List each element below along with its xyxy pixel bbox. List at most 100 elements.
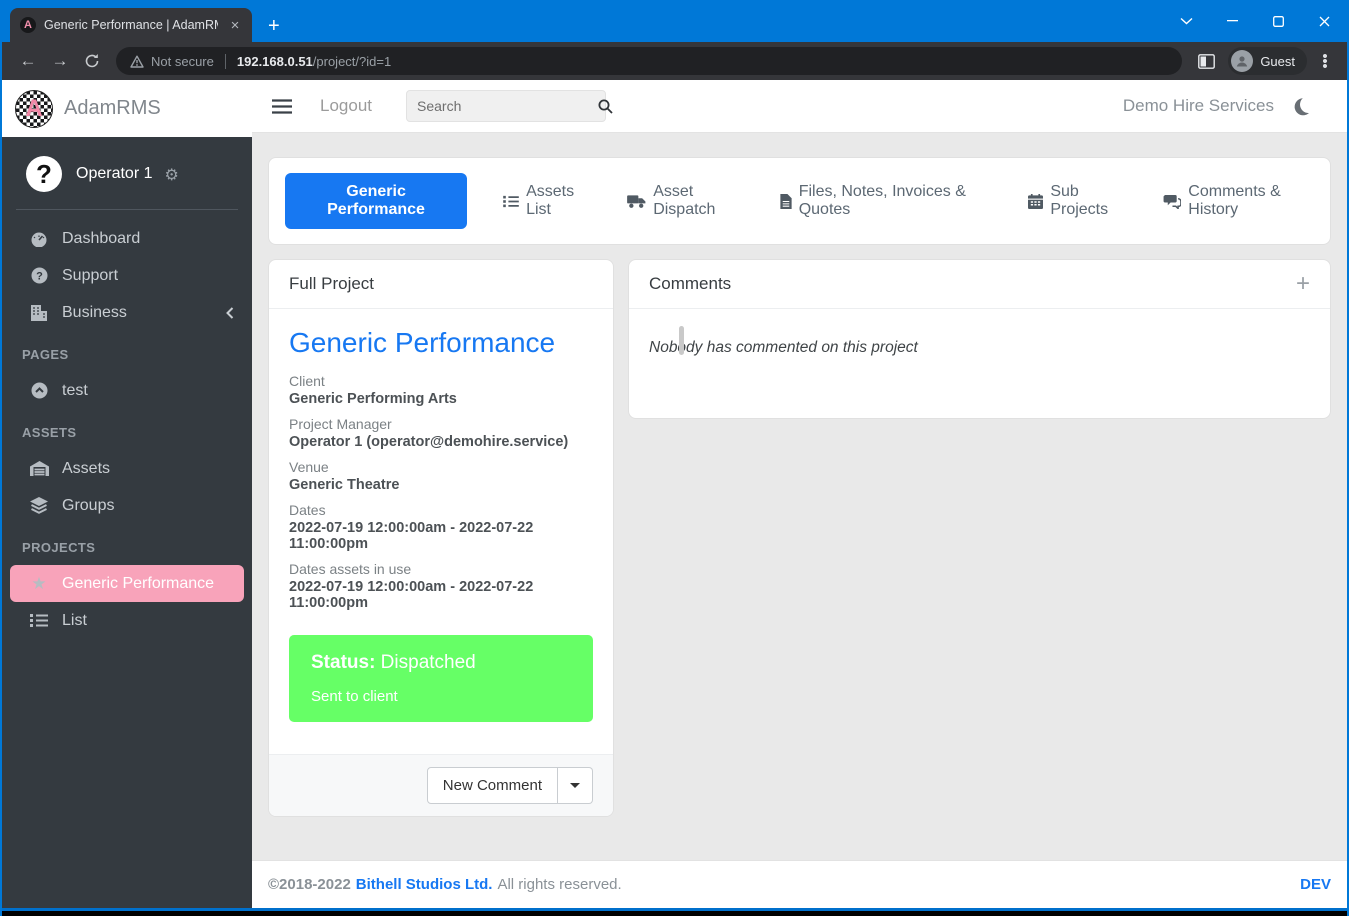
sidebar-item-label: test xyxy=(62,382,88,400)
page-content: Generic Performance Assets List Asset Di… xyxy=(252,133,1347,860)
warning-icon xyxy=(130,55,144,68)
truck-icon xyxy=(627,194,646,209)
svg-text:?: ? xyxy=(36,271,43,283)
layers-icon xyxy=(28,497,50,514)
tab-generic-performance[interactable]: Generic Performance xyxy=(285,173,467,229)
tab-assets-list[interactable]: Assets List xyxy=(503,183,591,219)
field-value: Generic Performing Arts xyxy=(289,391,593,407)
refresh-icon[interactable] xyxy=(76,46,108,76)
back-icon[interactable]: ← xyxy=(12,46,44,76)
search-icon[interactable] xyxy=(598,99,613,114)
section-pages: PAGES xyxy=(2,335,252,368)
maximize-icon[interactable] xyxy=(1255,0,1301,42)
tab-asset-dispatch[interactable]: Asset Dispatch xyxy=(627,183,744,219)
tab-close-icon[interactable]: × xyxy=(226,16,244,34)
tab-title: Generic Performance | AdamRMS xyxy=(44,18,218,32)
add-comment-plus-icon[interactable]: + xyxy=(1296,275,1310,293)
company-link[interactable]: Bithell Studios Ltd. xyxy=(356,876,493,893)
profile-button[interactable]: Guest xyxy=(1228,47,1307,75)
tab-files-notes[interactable]: Files, Notes, Invoices & Quotes xyxy=(780,183,993,219)
tab-sub-projects[interactable]: Sub Projects xyxy=(1028,183,1127,219)
field-label: Project Manager xyxy=(289,416,593,432)
field-label: Dates xyxy=(289,502,593,518)
security-label[interactable]: Not secure xyxy=(151,54,214,69)
adamrms-logo-icon: A xyxy=(15,90,53,128)
field-label: Dates assets in use xyxy=(289,561,593,577)
rights-text: All rights reserved. xyxy=(497,876,621,893)
list-ol-icon xyxy=(28,613,50,628)
sidebar-item-label: Generic Performance xyxy=(62,575,214,593)
sidebar-item-label: Support xyxy=(62,267,118,285)
tab-label: Comments & History xyxy=(1188,183,1314,219)
instance-name[interactable]: Demo Hire Services xyxy=(1123,96,1274,116)
sidebar-item-dashboard[interactable]: Dashboard xyxy=(10,220,244,257)
new-tab-button[interactable]: + xyxy=(268,16,280,36)
sidebar-item-test[interactable]: test xyxy=(10,372,244,409)
sidebar: A AdamRMS ? Operator 1 ⚙ Dashboard ? xyxy=(2,80,252,908)
sidebar-item-label: Assets xyxy=(62,460,110,478)
star-icon: ★ xyxy=(28,574,50,594)
sidebar-divider xyxy=(16,209,238,210)
menu-icon[interactable] xyxy=(272,99,292,114)
browser-titlebar: A Generic Performance | AdamRMS × + xyxy=(2,0,1347,42)
field-label: Client xyxy=(289,373,593,389)
user-name: Operator 1 xyxy=(76,165,152,183)
url-divider xyxy=(225,54,226,69)
comments-empty-message: Nobody has commented on this project xyxy=(649,339,918,356)
brand-header[interactable]: A AdamRMS xyxy=(2,80,252,137)
dev-link[interactable]: DEV xyxy=(1300,876,1331,893)
status-label: Status: xyxy=(311,652,375,673)
project-tabs: Generic Performance Assets List Asset Di… xyxy=(268,157,1331,245)
dark-mode-moon-icon[interactable] xyxy=(1299,94,1318,113)
url-host: 192.168.0.51 xyxy=(237,54,313,69)
new-comment-dropdown-button[interactable] xyxy=(558,767,593,804)
profile-label: Guest xyxy=(1260,54,1295,69)
tab-label: Assets List xyxy=(526,183,591,219)
user-panel[interactable]: ? Operator 1 ⚙ xyxy=(2,137,252,209)
new-comment-button[interactable]: New Comment xyxy=(427,767,558,804)
logout-link[interactable]: Logout xyxy=(320,96,372,116)
copyright-years: ©2018-2022 xyxy=(268,876,351,893)
minimize-icon[interactable] xyxy=(1209,0,1255,42)
sidebar-item-label: Business xyxy=(62,304,127,322)
calendar-icon xyxy=(1028,194,1043,209)
address-bar[interactable]: Not secure 192.168.0.51 /project/?id=1 xyxy=(116,47,1182,75)
section-assets: ASSETS xyxy=(2,413,252,446)
sidebar-item-list[interactable]: List xyxy=(10,602,244,639)
help-icon: ? xyxy=(28,267,50,284)
comments-card-title: Comments xyxy=(649,274,731,294)
comments-card: Comments + Nobody has commented on this … xyxy=(628,259,1331,419)
search-input[interactable] xyxy=(417,98,598,114)
search-tabs-icon[interactable] xyxy=(1163,0,1209,42)
full-project-card: Full Project Generic Performance Client … xyxy=(268,259,614,817)
app-footer: ©2018-2022 Bithell Studios Ltd. All righ… xyxy=(252,860,1347,908)
adamrms-favicon: A xyxy=(20,17,36,33)
project-card-title: Full Project xyxy=(269,260,613,309)
tab-comments-history[interactable]: Comments & History xyxy=(1163,183,1314,219)
sidebar-item-support[interactable]: ? Support xyxy=(10,257,244,294)
project-card-footer: New Comment xyxy=(269,754,613,816)
field-value: 2022-07-19 12:00:00am - 2022-07-22 11:00… xyxy=(289,579,593,611)
side-panel-icon[interactable] xyxy=(1190,46,1222,76)
close-window-icon[interactable] xyxy=(1301,0,1347,42)
search-box xyxy=(406,90,606,122)
caret-down-icon xyxy=(570,783,580,788)
status-note: Sent to client xyxy=(311,688,571,705)
forward-icon[interactable]: → xyxy=(44,46,76,76)
url-path: /project/?id=1 xyxy=(313,54,391,69)
browser-menu-icon[interactable]: ••• xyxy=(1313,54,1337,69)
scrollbar-thumb[interactable] xyxy=(679,326,684,355)
sidebar-item-groups[interactable]: Groups xyxy=(10,487,244,524)
tab-label: Asset Dispatch xyxy=(653,183,744,219)
brand-name: AdamRMS xyxy=(64,97,161,120)
field-value: 2022-07-19 12:00:00am - 2022-07-22 11:00… xyxy=(289,520,593,552)
gear-icon[interactable]: ⚙ xyxy=(164,165,178,184)
business-icon xyxy=(28,305,50,321)
sidebar-item-generic-performance[interactable]: ★ Generic Performance xyxy=(10,565,244,602)
sidebar-item-business[interactable]: Business xyxy=(10,294,244,331)
browser-tab[interactable]: A Generic Performance | AdamRMS × xyxy=(10,8,252,42)
tab-label: Files, Notes, Invoices & Quotes xyxy=(799,183,993,219)
sidebar-item-assets[interactable]: Assets xyxy=(10,450,244,487)
sidebar-item-label: Groups xyxy=(62,497,114,515)
file-icon xyxy=(780,194,792,209)
